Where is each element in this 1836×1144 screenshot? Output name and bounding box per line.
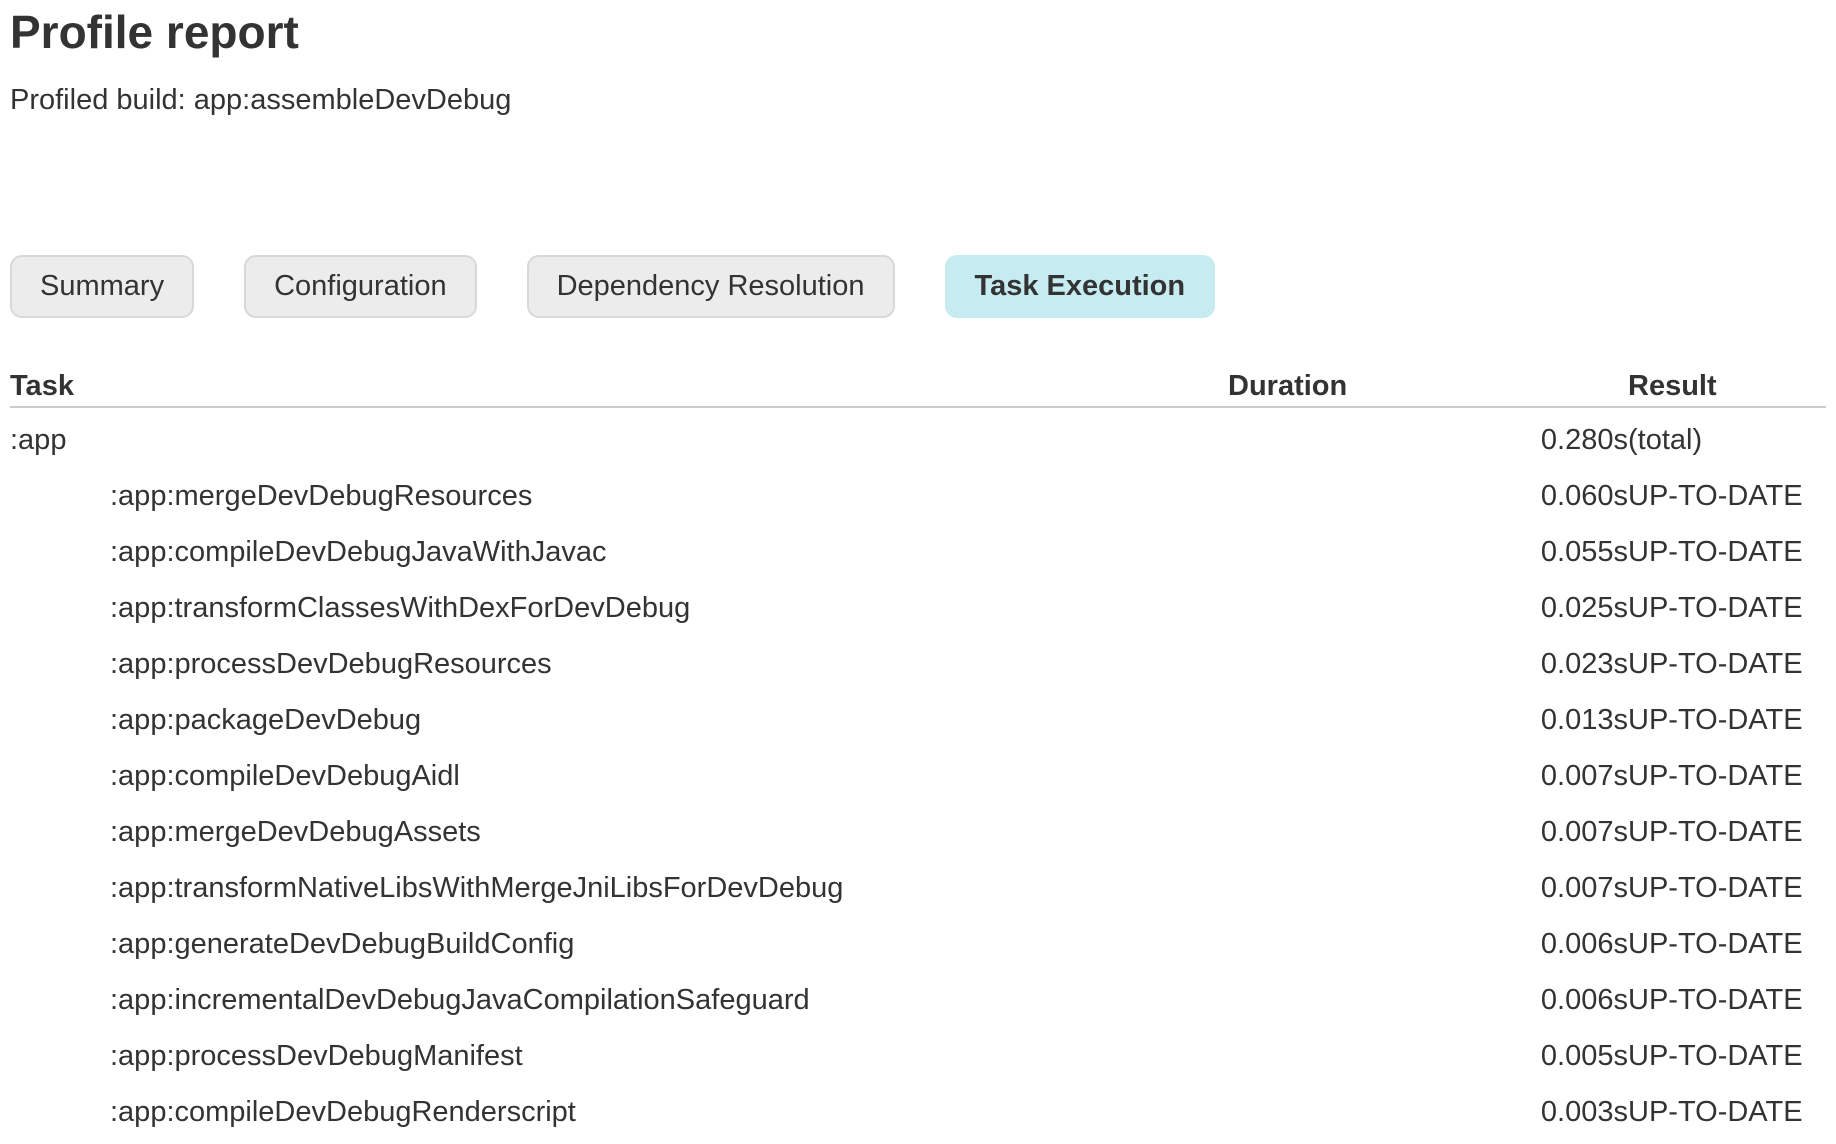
table-row: :app:compileDevDebugJavaWithJavac0.055sU… <box>10 525 1826 581</box>
tab-task-execution[interactable]: Task Execution <box>945 255 1216 318</box>
table-row: :app:transformClassesWithDexForDevDebug0… <box>10 581 1826 637</box>
table-row: :app:generateDevDebugBuildConfig0.006sUP… <box>10 917 1826 973</box>
task-duration-cell: 0.055s <box>1228 525 1628 581</box>
task-result-cell: UP-TO-DATE <box>1628 861 1826 917</box>
task-result-cell: (total) <box>1628 407 1826 469</box>
task-duration-cell: 0.005s <box>1228 1029 1628 1085</box>
task-name-cell: :app:processDevDebugResources <box>10 637 1228 693</box>
task-result-cell: UP-TO-DATE <box>1628 805 1826 861</box>
task-name-cell: :app:transformClassesWithDexForDevDebug <box>10 581 1228 637</box>
task-result-cell: UP-TO-DATE <box>1628 749 1826 805</box>
task-name-cell: :app:packageDevDebug <box>10 693 1228 749</box>
column-header-result: Result <box>1628 370 1826 407</box>
tab-summary[interactable]: Summary <box>10 255 194 318</box>
task-duration-cell: 0.003s <box>1228 1085 1628 1141</box>
task-duration-cell: 0.007s <box>1228 749 1628 805</box>
task-result-cell: UP-TO-DATE <box>1628 637 1826 693</box>
tab-dependency-resolution[interactable]: Dependency Resolution <box>527 255 895 318</box>
table-row: :app:packageDevDebug0.013sUP-TO-DATE <box>10 693 1826 749</box>
task-duration-cell: 0.006s <box>1228 917 1628 973</box>
page-title: Profile report <box>10 6 1826 59</box>
table-row: :app:transformNativeLibsWithMergeJniLibs… <box>10 861 1826 917</box>
task-duration-cell: 0.006s <box>1228 973 1628 1029</box>
table-row: :app:mergeDevDebugAssets0.007sUP-TO-DATE <box>10 805 1826 861</box>
task-result-cell: UP-TO-DATE <box>1628 693 1826 749</box>
task-duration-cell: 0.025s <box>1228 581 1628 637</box>
table-row: :app:mergeDevDebugResources0.060sUP-TO-D… <box>10 469 1826 525</box>
table-row: :app0.280s(total) <box>10 407 1826 469</box>
task-execution-table: Task Duration Result :app0.280s(total):a… <box>10 370 1826 1141</box>
task-duration-cell: 0.023s <box>1228 637 1628 693</box>
column-header-task: Task <box>10 370 1228 407</box>
table-row: :app:processDevDebugResources0.023sUP-TO… <box>10 637 1826 693</box>
task-duration-cell: 0.007s <box>1228 861 1628 917</box>
task-result-cell: UP-TO-DATE <box>1628 469 1826 525</box>
task-name-cell: :app:compileDevDebugJavaWithJavac <box>10 525 1228 581</box>
task-result-cell: UP-TO-DATE <box>1628 973 1826 1029</box>
task-result-cell: UP-TO-DATE <box>1628 525 1826 581</box>
task-result-cell: UP-TO-DATE <box>1628 581 1826 637</box>
table-header-row: Task Duration Result <box>10 370 1826 407</box>
task-result-cell: UP-TO-DATE <box>1628 1085 1826 1141</box>
task-duration-cell: 0.007s <box>1228 805 1628 861</box>
tab-configuration[interactable]: Configuration <box>244 255 477 318</box>
table-row: :app:compileDevDebugRenderscript0.003sUP… <box>10 1085 1826 1141</box>
task-name-cell: :app:mergeDevDebugResources <box>10 469 1228 525</box>
task-name-cell: :app:incrementalDevDebugJavaCompilationS… <box>10 973 1228 1029</box>
table-row: :app:compileDevDebugAidl0.007sUP-TO-DATE <box>10 749 1826 805</box>
task-duration-cell: 0.013s <box>1228 693 1628 749</box>
profile-report-page: Profile report Profiled build: app:assem… <box>0 6 1836 1141</box>
task-name-cell: :app:processDevDebugManifest <box>10 1029 1228 1085</box>
profiled-build-label: Profiled build: app:assembleDevDebug <box>10 83 1826 117</box>
task-name-cell: :app:compileDevDebugAidl <box>10 749 1228 805</box>
task-name-cell: :app:generateDevDebugBuildConfig <box>10 917 1228 973</box>
table-row: :app:processDevDebugManifest0.005sUP-TO-… <box>10 1029 1826 1085</box>
task-name-cell: :app:mergeDevDebugAssets <box>10 805 1228 861</box>
table-row: :app:incrementalDevDebugJavaCompilationS… <box>10 973 1826 1029</box>
task-name-cell: :app:compileDevDebugRenderscript <box>10 1085 1228 1141</box>
task-name-cell: :app <box>10 407 1228 469</box>
task-table-body: :app0.280s(total):app:mergeDevDebugResou… <box>10 407 1826 1141</box>
task-result-cell: UP-TO-DATE <box>1628 1029 1826 1085</box>
task-name-cell: :app:transformNativeLibsWithMergeJniLibs… <box>10 861 1228 917</box>
column-header-duration: Duration <box>1228 370 1628 407</box>
task-result-cell: UP-TO-DATE <box>1628 917 1826 973</box>
task-duration-cell: 0.060s <box>1228 469 1628 525</box>
tab-bar: Summary Configuration Dependency Resolut… <box>10 255 1826 318</box>
task-duration-cell: 0.280s <box>1228 407 1628 469</box>
